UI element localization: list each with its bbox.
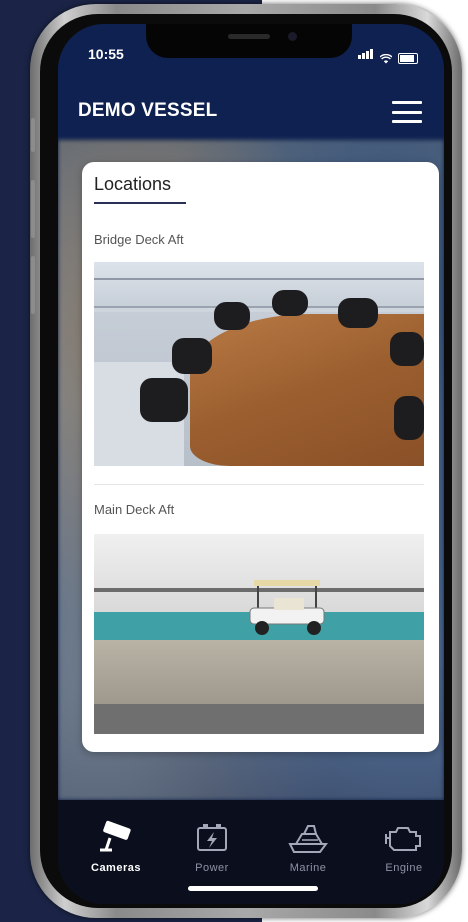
wifi-icon [380,54,392,64]
camera-feed-bridge-deck-aft[interactable] [94,262,424,466]
camera-feed-main-deck-aft[interactable] [94,534,424,734]
tab-cameras-label: Cameras [91,862,141,874]
chair [172,338,212,374]
tab-cameras[interactable]: Cameras [76,820,156,874]
divider [94,484,424,485]
golf-cart [249,580,325,635]
phone-notch [146,24,352,58]
chair [272,290,308,316]
locations-card: Locations Bridge Deck Aft Main Deck Aft [82,162,439,752]
volume-up-button [31,180,35,238]
cctv-camera-icon [100,820,131,852]
mute-switch [31,118,35,152]
title-underline [94,202,186,204]
earpiece-speaker [228,34,270,39]
dock-deck [94,640,424,704]
engine-icon [385,827,421,851]
railing-bar [94,278,424,280]
battery-icon [398,53,418,64]
tab-power-label: Power [195,862,229,874]
tab-power[interactable]: Power [172,820,252,874]
hamburger-menu-icon[interactable] [392,101,422,123]
phone-screen: 10:55 DEMO VESSEL Locations Bridge Deck … [58,24,444,904]
chair [338,298,378,328]
chair [140,378,188,422]
location-label-main-deck: Main Deck Aft [94,502,175,517]
status-time: 10:55 [88,46,124,62]
tab-marine-label: Marine [289,862,327,874]
app-header: DEMO VESSEL [58,84,444,140]
vessel-title: DEMO VESSEL [78,100,218,121]
dining-table [190,314,424,466]
cellular-signal-icon [358,46,374,64]
battery-power-icon [197,824,227,851]
tab-marine[interactable]: Marine [268,820,348,874]
chair [394,396,424,440]
chair [390,332,424,366]
tab-engine[interactable]: Engine [364,820,444,874]
volume-down-button [31,256,35,314]
status-icons [358,46,418,64]
yacht-icon [288,825,328,853]
tab-engine-label: Engine [385,862,423,874]
location-label-bridge-deck: Bridge Deck Aft [94,232,184,247]
card-title: Locations [94,174,172,194]
home-indicator[interactable] [188,886,318,891]
chair [214,302,250,330]
front-camera [288,32,297,41]
hull-shadow [94,704,424,734]
